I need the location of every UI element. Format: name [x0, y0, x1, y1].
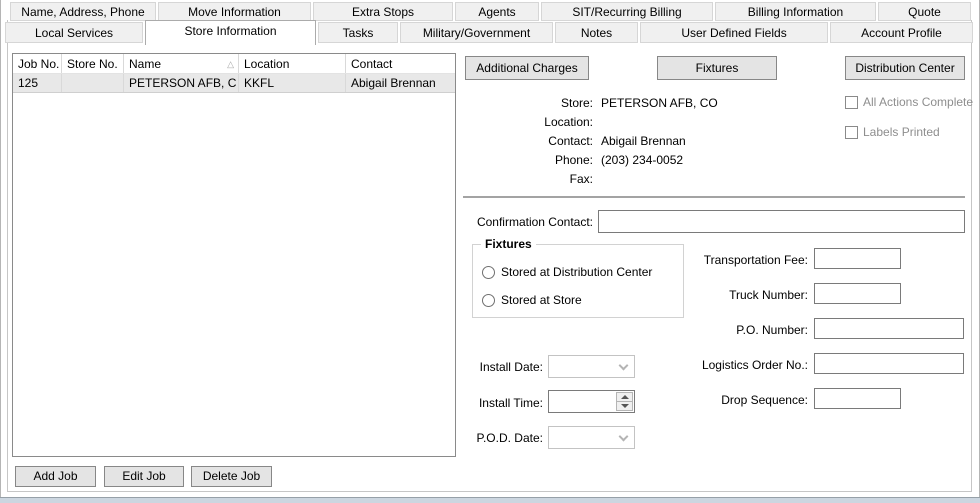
- all-actions-complete-label: All Actions Complete: [863, 95, 974, 109]
- tab-tasks[interactable]: Tasks: [318, 22, 398, 43]
- distribution-center-button[interactable]: Distribution Center: [845, 56, 965, 80]
- cell-store-no: [62, 74, 124, 92]
- tab-notes[interactable]: Notes: [555, 22, 638, 43]
- store-label: Store:: [560, 96, 593, 110]
- add-job-button[interactable]: Add Job: [15, 466, 96, 487]
- stored-at-distribution-center-radio[interactable]: [482, 265, 495, 279]
- confirmation-contact-label: Confirmation Contact:: [476, 215, 593, 229]
- spinner-down-button[interactable]: [616, 402, 633, 411]
- transportation-fee-input[interactable]: [814, 248, 901, 269]
- stored-at-store-radio[interactable]: [482, 293, 495, 307]
- location-label: Location:: [544, 115, 593, 129]
- tab-billing-information[interactable]: Billing Information: [715, 2, 876, 21]
- window-bottom-frame: [0, 497, 980, 503]
- column-header-store-no[interactable]: Store No.: [62, 54, 124, 73]
- tab-extra-stops[interactable]: Extra Stops: [313, 2, 453, 21]
- cell-location: KKFL: [239, 74, 346, 92]
- drop-sequence-label: Drop Sequence:: [721, 393, 808, 407]
- install-date-combo[interactable]: [548, 355, 635, 378]
- section-divider: [463, 196, 965, 198]
- all-actions-complete-row: All Actions Complete: [845, 95, 973, 109]
- install-time-spinner: [616, 392, 633, 411]
- tab-move-information[interactable]: Move Information: [158, 2, 311, 21]
- cell-job-no: 125: [13, 74, 62, 92]
- window-left-edge: [0, 0, 1, 497]
- page-left-border: [7, 20, 8, 492]
- sort-ascending-icon: △: [227, 58, 234, 69]
- stored-at-distribution-center-label: Stored at Distribution Center: [501, 265, 653, 279]
- po-number-input[interactable]: [814, 318, 964, 339]
- fixtures-group-title: Fixtures: [481, 237, 536, 251]
- install-date-label: Install Date:: [479, 360, 543, 374]
- truck-number-label: Truck Number:: [729, 288, 808, 302]
- phone-label: Phone:: [554, 153, 593, 167]
- phone-value: (203) 234-0052: [601, 153, 684, 167]
- edit-job-button[interactable]: Edit Job: [104, 466, 184, 487]
- column-header-location[interactable]: Location: [239, 54, 346, 73]
- stored-at-distribution-center-row: Stored at Distribution Center: [482, 265, 652, 279]
- spinner-up-icon: [620, 395, 629, 399]
- page-right-border: [971, 20, 972, 492]
- tab-local-services[interactable]: Local Services: [5, 22, 143, 43]
- tab-store-information[interactable]: Store Information: [145, 20, 316, 45]
- contact-value: Abigail Brennan: [601, 134, 686, 148]
- cell-name: PETERSON AFB, C: [124, 74, 239, 92]
- pod-date-combo[interactable]: [548, 426, 635, 449]
- labels-printed-checkbox[interactable]: [845, 125, 858, 139]
- install-time-input[interactable]: [548, 390, 635, 413]
- stored-at-store-label: Stored at Store: [501, 293, 582, 307]
- store-value: PETERSON AFB, CO: [601, 96, 718, 110]
- logistics-order-no-input[interactable]: [814, 353, 964, 374]
- tab-user-defined-fields[interactable]: User Defined Fields: [640, 22, 828, 43]
- column-header-job-no[interactable]: Job No.: [13, 54, 62, 73]
- logistics-order-no-label: Logistics Order No.:: [701, 358, 808, 372]
- labels-printed-label: Labels Printed: [863, 125, 940, 139]
- job-table: Job No. Store No. Name △ Location Contac…: [12, 53, 456, 457]
- install-time-label: Install Time:: [478, 396, 543, 410]
- column-header-name[interactable]: Name △: [124, 54, 239, 73]
- delete-job-button[interactable]: Delete Job: [191, 466, 272, 487]
- po-number-label: P.O. Number:: [736, 323, 808, 337]
- tab-account-profile[interactable]: Account Profile: [830, 22, 973, 43]
- contact-label: Contact:: [548, 134, 593, 148]
- chevron-down-icon: [618, 431, 629, 442]
- additional-charges-button[interactable]: Additional Charges: [465, 56, 589, 80]
- column-header-contact[interactable]: Contact: [346, 54, 455, 73]
- column-header-name-label: Name: [129, 56, 162, 71]
- labels-printed-row: Labels Printed: [845, 125, 940, 139]
- confirmation-contact-input[interactable]: [598, 210, 965, 233]
- table-row-selected[interactable]: 125 PETERSON AFB, C KKFL Abigail Brennan: [13, 74, 455, 93]
- drop-sequence-input[interactable]: [814, 388, 901, 409]
- job-table-header: Job No. Store No. Name △ Location Contac…: [13, 54, 455, 74]
- tab-strip-row2: Local Services Store Information Tasks M…: [5, 20, 973, 45]
- store-information-window: Name, Address, Phone Move Information Ex…: [0, 0, 980, 503]
- tab-sit-recurring-billing[interactable]: SIT/Recurring Billing: [541, 2, 713, 21]
- tab-agents[interactable]: Agents: [455, 2, 539, 21]
- spinner-down-icon: [620, 404, 629, 408]
- transportation-fee-label: Transportation Fee:: [703, 253, 808, 267]
- page-bottom-border: [7, 491, 972, 492]
- truck-number-input[interactable]: [814, 283, 901, 304]
- fixtures-button[interactable]: Fixtures: [657, 56, 777, 80]
- chevron-down-icon: [618, 360, 629, 371]
- stored-at-store-row: Stored at Store: [482, 293, 582, 307]
- spinner-up-button[interactable]: [616, 392, 633, 402]
- tab-quote[interactable]: Quote: [878, 2, 971, 21]
- tab-military-government[interactable]: Military/Government: [400, 22, 553, 43]
- fax-label: Fax:: [569, 172, 593, 186]
- cell-contact: Abigail Brennan: [351, 76, 436, 90]
- pod-date-label: P.O.D. Date:: [476, 431, 543, 445]
- tab-strip-row1: Name, Address, Phone Move Information Ex…: [10, 2, 971, 21]
- tab-name-address-phone[interactable]: Name, Address, Phone: [10, 2, 156, 21]
- all-actions-complete-checkbox[interactable]: [845, 95, 858, 109]
